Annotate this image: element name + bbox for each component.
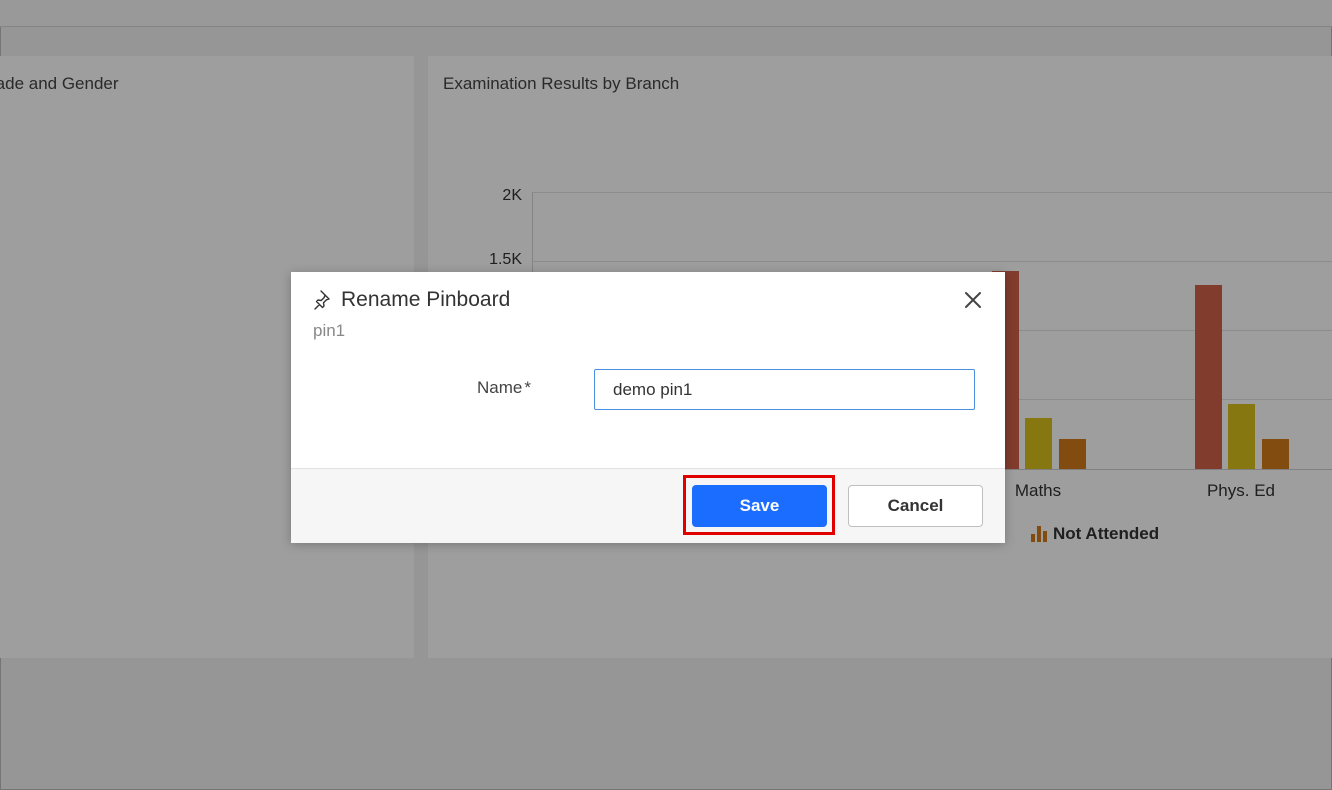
required-marker: * (524, 378, 531, 397)
name-field-label: Name * (477, 378, 531, 398)
save-button[interactable]: Save (692, 485, 827, 527)
dialog-footer: Save Cancel (291, 468, 1005, 543)
pin-icon (314, 290, 330, 310)
name-label-text: Name (477, 378, 523, 397)
dialog-title: Rename Pinboard (341, 288, 511, 311)
cancel-button[interactable]: Cancel (848, 485, 983, 527)
close-icon[interactable] (961, 288, 985, 312)
dialog-header: Rename Pinboard (313, 288, 510, 312)
dialog-subtitle: pin1 (313, 321, 346, 340)
name-input[interactable] (594, 369, 975, 410)
rename-pinboard-dialog: Rename Pinboard pin1 Name* Save Cancel (291, 272, 1005, 543)
